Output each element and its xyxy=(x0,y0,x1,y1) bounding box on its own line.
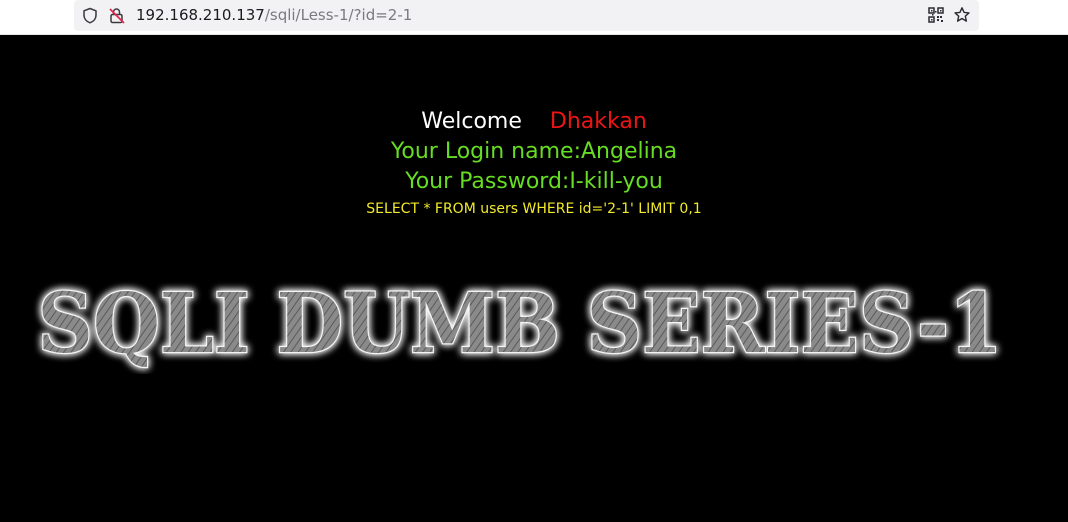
banner-title: SQLI DUMB SERIES-1 xyxy=(38,276,1003,372)
page-content: Welcome Dhakkan Your Login name:Angelina … xyxy=(0,36,1068,522)
welcome-name: Dhakkan xyxy=(549,109,647,134)
login-name-line: Your Login name:Angelina xyxy=(390,139,678,164)
sql-query-line: SELECT * FROM users WHERE id='2-1' LIMIT… xyxy=(366,201,702,217)
password-line: Your Password:I-kill-you xyxy=(405,169,663,194)
url-host: 192.168.210.137 xyxy=(136,6,265,24)
sqli-dumb-series-banner: SQLI DUMB SERIES-1 xyxy=(36,275,1004,374)
address-bar[interactable]: 192.168.210.137/sqli/Less-1/?id=2-1 xyxy=(74,0,979,31)
url-text[interactable]: 192.168.210.137/sqli/Less-1/?id=2-1 xyxy=(136,6,412,24)
url-path: /sqli/Less-1/?id=2-1 xyxy=(264,6,413,24)
welcome-line: Welcome Dhakkan xyxy=(0,107,1068,137)
shield-icon[interactable] xyxy=(82,7,98,24)
welcome-text: Welcome xyxy=(421,109,522,134)
qr-code-icon[interactable] xyxy=(928,7,944,23)
bookmark-star-icon[interactable] xyxy=(953,6,971,24)
insecure-connection-icon[interactable] xyxy=(108,7,126,25)
browser-toolbar: 192.168.210.137/sqli/Less-1/?id=2-1 xyxy=(0,0,1068,35)
